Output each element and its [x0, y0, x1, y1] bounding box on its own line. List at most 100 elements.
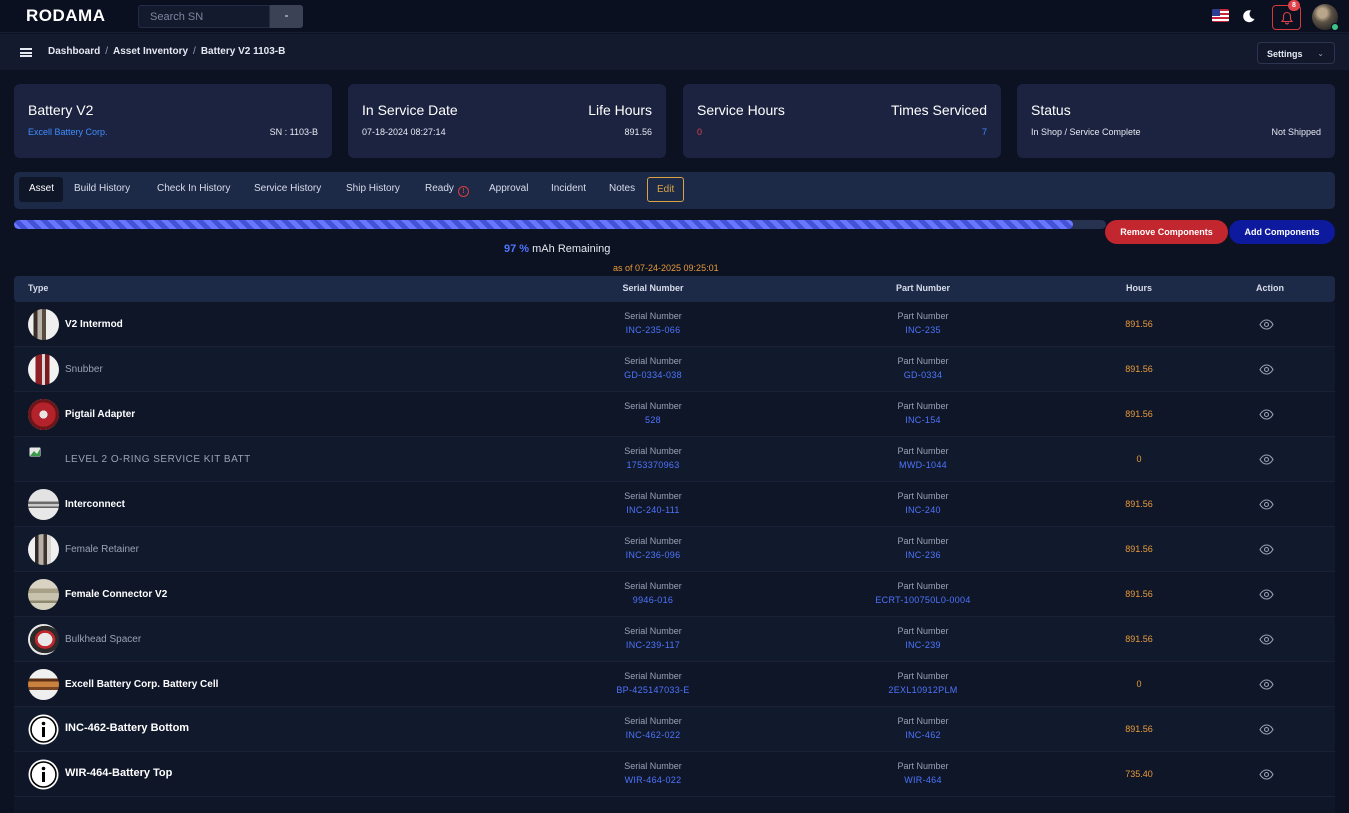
- component-type[interactable]: Female Retainer: [65, 544, 139, 555]
- user-avatar[interactable]: [1312, 4, 1339, 31]
- component-type[interactable]: V2 Intermod: [65, 319, 123, 330]
- view-eye-icon[interactable]: [1259, 724, 1274, 735]
- serial-value[interactable]: WIR-464-022: [553, 775, 753, 785]
- serial-label: Serial Number: [624, 446, 682, 456]
- hours-value: 891.56: [1125, 589, 1153, 599]
- col-action: Action: [1256, 283, 1284, 293]
- in-service-date-title: In Service Date: [362, 102, 458, 118]
- broken-image-icon: [29, 447, 41, 457]
- hours-value: 891.56: [1125, 364, 1153, 374]
- manufacturer-link[interactable]: Excell Battery Corp.: [28, 127, 108, 137]
- component-type[interactable]: Pigtail Adapter: [65, 409, 135, 420]
- serial-value[interactable]: GD-0334-038: [553, 370, 753, 380]
- pigtail-adapter-photo: [28, 399, 59, 430]
- us-flag-icon[interactable]: [1212, 9, 1229, 22]
- component-type[interactable]: LEVEL 2 O-RING SERVICE KIT BATT: [65, 454, 251, 465]
- component-type[interactable]: INC-462-Battery Bottom: [65, 722, 189, 734]
- tab-ready[interactable]: Ready!: [425, 177, 469, 202]
- asset-name: Battery V2: [28, 102, 94, 118]
- serial-value[interactable]: INC-236-096: [553, 550, 753, 560]
- part-label: Part Number: [897, 626, 949, 636]
- hours-value: 891.56: [1125, 319, 1153, 329]
- breadcrumb-asset-inventory[interactable]: Asset Inventory: [113, 46, 188, 57]
- part-value[interactable]: INC-239: [823, 640, 1023, 650]
- serial-value[interactable]: 9946-016: [553, 595, 753, 605]
- view-eye-icon[interactable]: [1259, 634, 1274, 645]
- serial-label: Serial Number: [624, 716, 682, 726]
- col-serial-number: Serial Number: [622, 283, 684, 293]
- serial-value[interactable]: 528: [553, 415, 753, 425]
- snubber-photo: [28, 354, 59, 385]
- edit-button[interactable]: Edit: [647, 177, 685, 202]
- part-label: Part Number: [897, 581, 949, 591]
- tab-asset[interactable]: Asset: [19, 177, 64, 202]
- component-type[interactable]: Female Connector V2: [65, 589, 167, 600]
- view-eye-icon[interactable]: [1259, 454, 1274, 465]
- times-serviced-value[interactable]: 7: [982, 127, 987, 137]
- part-value[interactable]: ECRT-100750L0-0004: [823, 595, 1023, 605]
- tab-ship-history[interactable]: Ship History: [346, 177, 400, 202]
- settings-dropdown[interactable]: Settings ⌄: [1257, 42, 1335, 64]
- view-eye-icon[interactable]: [1259, 409, 1274, 420]
- view-eye-icon[interactable]: [1259, 589, 1274, 600]
- tab-notes[interactable]: Notes: [609, 177, 635, 202]
- part-value[interactable]: MWD-1044: [823, 460, 1023, 470]
- serial-value[interactable]: INC-462-022: [553, 730, 753, 740]
- component-type[interactable]: Snubber: [65, 364, 103, 375]
- menu-hamburger-icon[interactable]: [20, 48, 32, 57]
- search-input[interactable]: [138, 5, 270, 28]
- breadcrumb-dashboard[interactable]: Dashboard: [48, 46, 100, 57]
- asset-tabs: Asset Build History Check In History Ser…: [14, 172, 1335, 209]
- status-value: In Shop / Service Complete: [1031, 127, 1141, 137]
- part-value[interactable]: GD-0334: [823, 370, 1023, 380]
- view-eye-icon[interactable]: [1259, 544, 1274, 555]
- hours-value: 891.56: [1125, 544, 1153, 554]
- part-value[interactable]: INC-462: [823, 730, 1023, 740]
- view-eye-icon[interactable]: [1259, 769, 1274, 780]
- component-type[interactable]: Excell Battery Corp. Battery Cell: [65, 679, 218, 690]
- component-type[interactable]: Interconnect: [65, 499, 125, 510]
- tab-approval[interactable]: Approval: [489, 177, 528, 202]
- serial-value[interactable]: 1753370963: [553, 460, 753, 470]
- part-value[interactable]: INC-154: [823, 415, 1023, 425]
- part-label: Part Number: [897, 401, 949, 411]
- view-eye-icon[interactable]: [1259, 679, 1274, 690]
- tab-build-history[interactable]: Build History: [74, 177, 130, 202]
- component-type[interactable]: Bulkhead Spacer: [65, 634, 141, 645]
- breadcrumb-bar: Dashboard / Asset Inventory / Battery V2 110…: [0, 34, 1349, 70]
- tab-incident[interactable]: Incident: [551, 177, 586, 202]
- serial-value[interactable]: INC-240-111: [553, 505, 753, 515]
- part-label: Part Number: [897, 716, 949, 726]
- dark-mode-moon-icon[interactable]: [1242, 9, 1256, 23]
- part-value[interactable]: INC-240: [823, 505, 1023, 515]
- table-row: V2 Intermod Serial Number INC-235-066 Pa…: [14, 302, 1335, 347]
- add-components-button[interactable]: Add Components: [1229, 220, 1335, 244]
- part-value[interactable]: INC-236: [823, 550, 1023, 560]
- settings-label: Settings: [1267, 49, 1303, 59]
- serial-value[interactable]: INC-239-117: [553, 640, 753, 650]
- part-value[interactable]: INC-235: [823, 325, 1023, 335]
- bell-icon: [1280, 11, 1294, 25]
- search-button[interactable]: [270, 5, 303, 28]
- view-eye-icon[interactable]: [1259, 499, 1274, 510]
- serial-value[interactable]: INC-235-066: [553, 325, 753, 335]
- serial-value[interactable]: BP-425147033-E: [553, 685, 753, 695]
- component-type[interactable]: WIR-464-Battery Top: [65, 767, 172, 779]
- table-row: Pigtail Adapter Serial Number 528 Part N…: [14, 392, 1335, 437]
- part-label: Part Number: [897, 671, 949, 681]
- brand-logo[interactable]: RODAMA: [26, 6, 106, 26]
- battery-progress-fill: [14, 220, 1074, 229]
- part-value[interactable]: 2EXL10912PLM: [823, 685, 1023, 695]
- part-value[interactable]: WIR-464: [823, 775, 1023, 785]
- tab-check-in-history[interactable]: Check In History: [157, 177, 230, 202]
- hours-value: 735.40: [1125, 769, 1153, 779]
- tab-service-history[interactable]: Service History: [254, 177, 321, 202]
- components-table-header: Type Serial Number Part Number Hours Act…: [14, 276, 1335, 302]
- status-title: Status: [1031, 102, 1071, 118]
- v2-intermod-photo: [28, 309, 59, 340]
- interconnect-photo: [28, 489, 59, 520]
- view-eye-icon[interactable]: [1259, 364, 1274, 375]
- remove-components-button[interactable]: Remove Components: [1105, 220, 1228, 244]
- table-row: Excell Battery Corp. Battery Cell Serial…: [14, 662, 1335, 707]
- view-eye-icon[interactable]: [1259, 319, 1274, 330]
